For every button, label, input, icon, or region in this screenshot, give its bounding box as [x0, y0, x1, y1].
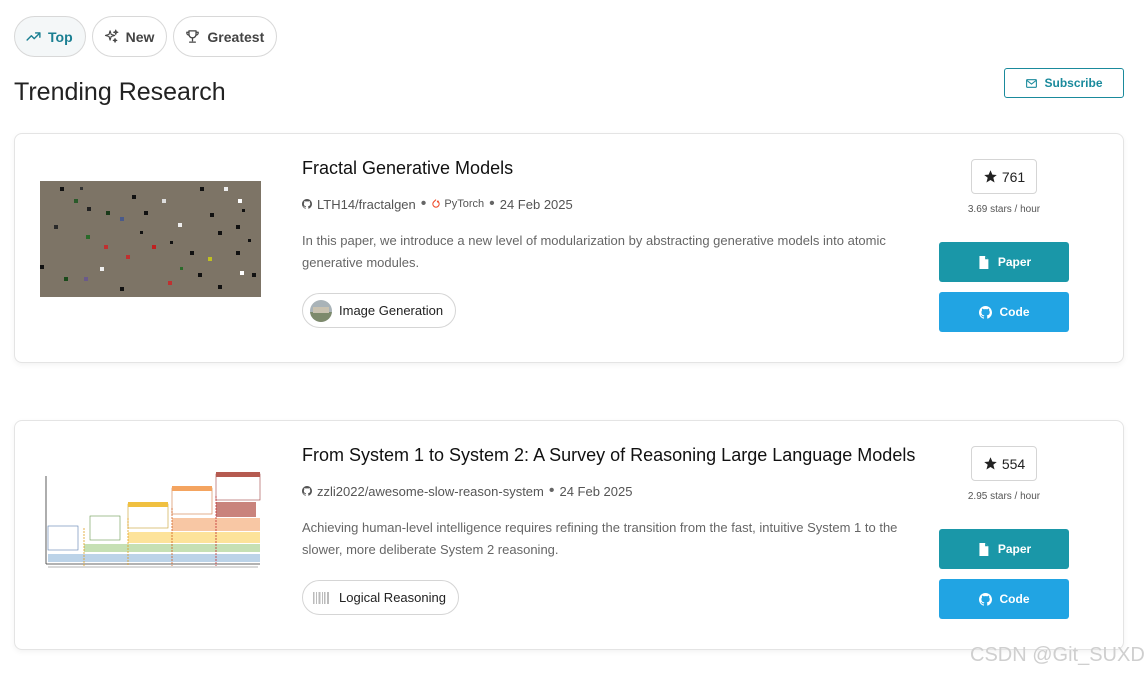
- page-title: Trending Research: [14, 78, 226, 106]
- task-thumbnail-icon: [310, 299, 332, 322]
- tab-greatest[interactable]: Greatest: [173, 16, 278, 57]
- task-label: Logical Reasoning: [339, 590, 446, 605]
- paper-button-label: Paper: [997, 255, 1032, 269]
- trending-up-icon: [26, 32, 41, 41]
- barcode-icon: [310, 586, 332, 609]
- stars-rate: 3.69 stars / hour: [967, 204, 1041, 215]
- paper-card: From System 1 to System 2: A Survey of R…: [14, 420, 1124, 650]
- paper-title[interactable]: From System 1 to System 2: A Survey of R…: [302, 445, 915, 466]
- paper-meta: zzli2022/awesome-slow-reason-system • 24…: [302, 483, 632, 499]
- repo-link[interactable]: zzli2022/awesome-slow-reason-system: [317, 484, 544, 499]
- repo-link[interactable]: LTH14/fractalgen: [317, 197, 416, 212]
- paper-title[interactable]: Fractal Generative Models: [302, 158, 513, 179]
- watermark: CSDN @Git_SUXD: [970, 644, 1145, 666]
- star-count: 554: [1001, 455, 1026, 472]
- envelope-icon: [1026, 78, 1038, 88]
- separator-dot: •: [420, 195, 427, 212]
- paper-date: 24 Feb 2025: [559, 483, 633, 499]
- star-icon: [984, 457, 997, 470]
- paper-button-label: Paper: [997, 542, 1032, 556]
- code-button-label: Code: [999, 592, 1030, 606]
- document-icon: [979, 542, 989, 556]
- subscribe-button[interactable]: Subscribe: [1004, 68, 1124, 98]
- sort-tabs: Top New Greatest: [14, 16, 278, 57]
- task-tag[interactable]: Logical Reasoning: [302, 580, 459, 615]
- star-icon: [984, 170, 997, 183]
- github-icon: [978, 305, 992, 319]
- code-button-label: Code: [999, 305, 1030, 319]
- paper-button[interactable]: Paper: [939, 242, 1069, 282]
- star-count-button[interactable]: 761: [971, 159, 1037, 194]
- paper-thumbnail[interactable]: [40, 468, 261, 584]
- paper-button[interactable]: Paper: [939, 529, 1069, 569]
- star-count-button[interactable]: 554: [971, 446, 1037, 481]
- separator-dot: •: [489, 195, 495, 212]
- subscribe-label: Subscribe: [1044, 76, 1103, 90]
- github-icon: [302, 486, 312, 496]
- paper-card: Fractal Generative Models LTH14/fractalg…: [14, 133, 1124, 363]
- paper-meta: LTH14/fractalgen • PyTorch • 24 Feb 2025: [302, 196, 573, 212]
- tab-label: New: [125, 28, 155, 45]
- stars-rate: 2.95 stars / hour: [967, 491, 1041, 502]
- code-button[interactable]: Code: [939, 579, 1069, 619]
- tab-label: Top: [48, 28, 73, 45]
- github-icon: [302, 199, 312, 209]
- sparkles-icon: [104, 29, 119, 43]
- tab-label: Greatest: [207, 28, 265, 45]
- separator-dot: •: [548, 482, 555, 499]
- star-count: 761: [1001, 168, 1026, 185]
- framework-label: PyTorch: [444, 198, 485, 210]
- paper-date: 24 Feb 2025: [499, 196, 573, 212]
- document-icon: [979, 255, 989, 269]
- tab-top[interactable]: Top: [14, 16, 86, 57]
- tab-new[interactable]: New: [91, 16, 168, 57]
- trophy-icon: [186, 30, 200, 43]
- code-button[interactable]: Code: [939, 292, 1069, 332]
- task-tag[interactable]: Image Generation: [302, 293, 457, 328]
- github-icon: [978, 592, 992, 606]
- framework-badge: PyTorch: [431, 198, 484, 210]
- paper-abstract: Achieving human-level intelligence requi…: [302, 520, 898, 557]
- pytorch-icon: [432, 199, 440, 208]
- task-label: Image Generation: [339, 303, 444, 318]
- paper-thumbnail[interactable]: [40, 181, 261, 297]
- paper-abstract: In this paper, we introduce a new level …: [302, 233, 886, 270]
